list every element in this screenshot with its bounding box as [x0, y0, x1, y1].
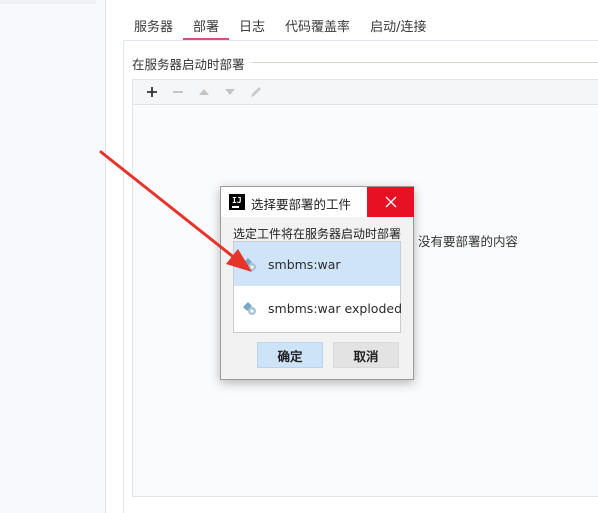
minus-icon — [173, 91, 183, 93]
ok-button[interactable]: 确定 — [257, 342, 323, 368]
deployment-toolbar — [132, 79, 598, 105]
remove-button[interactable] — [165, 81, 191, 103]
tab-startup-connection[interactable]: 启动/连接 — [360, 10, 436, 40]
artifact-label: smbms:war exploded — [268, 300, 403, 316]
arrow-down-icon — [225, 89, 235, 95]
artifact-icon — [243, 302, 256, 315]
dialog-titlebar[interactable]: IJ 选择要部署的工件 — [221, 187, 414, 217]
pencil-icon — [251, 87, 261, 97]
app-icon-text: IJ — [232, 196, 242, 205]
artifact-item-war[interactable]: smbms:war — [234, 242, 400, 286]
close-button[interactable] — [367, 187, 414, 217]
empty-list-text: 没有要部署的内容 — [418, 234, 519, 249]
tab-logs[interactable]: 日志 — [229, 10, 275, 40]
move-up-button[interactable] — [191, 81, 217, 103]
arrow-up-icon — [199, 89, 209, 95]
artifact-label: smbms:war — [268, 256, 341, 272]
config-tabs: 服务器 部署 日志 代码覆盖率 启动/连接 — [124, 10, 436, 40]
section-title: 在服务器启动时部署 — [132, 54, 251, 73]
move-down-button[interactable] — [217, 81, 243, 103]
tab-server[interactable]: 服务器 — [124, 10, 183, 40]
add-button[interactable] — [139, 81, 165, 103]
artifact-item-war-exploded[interactable]: smbms:war exploded — [234, 286, 403, 330]
left-panel-header — [0, 0, 96, 4]
tab-code-coverage[interactable]: 代码覆盖率 — [275, 10, 360, 40]
tab-deployment[interactable]: 部署 — [183, 10, 230, 40]
cancel-button[interactable]: 取消 — [333, 342, 399, 368]
artifact-icon — [243, 258, 256, 271]
artifact-list: smbms:war smbms:war exploded — [233, 241, 403, 333]
intellij-app-icon: IJ — [229, 194, 245, 210]
left-panel — [0, 0, 106, 513]
plus-icon — [147, 87, 157, 97]
select-artifact-dialog: IJ 选择要部署的工件 选定工件将在服务器启动时部署 smbms:war smb… — [220, 186, 414, 380]
edit-button[interactable] — [243, 81, 269, 103]
dialog-subtitle: 选定工件将在服务器启动时部署 — [233, 227, 402, 241]
dialog-title: 选择要部署的工件 — [251, 197, 352, 212]
close-icon — [385, 196, 396, 208]
